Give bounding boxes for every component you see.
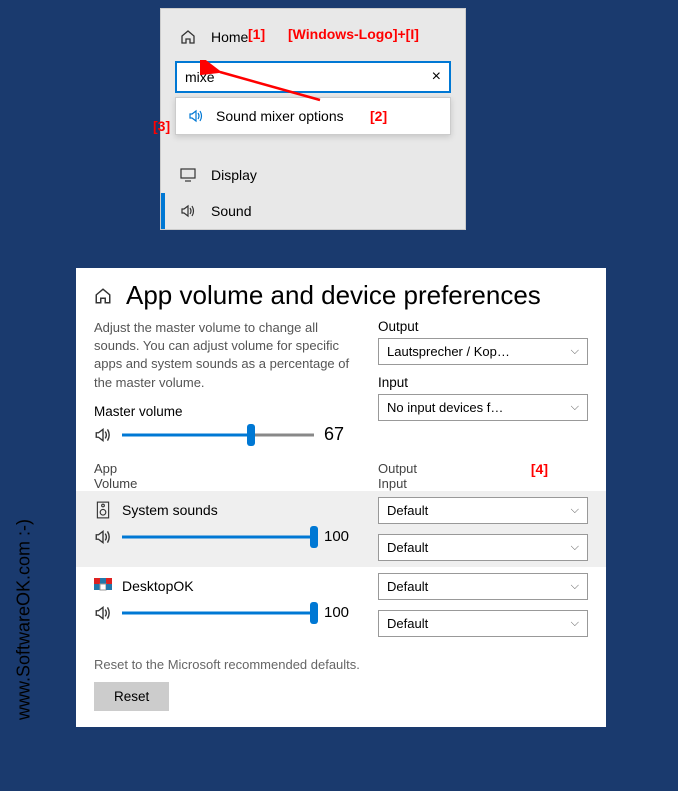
master-volume-value: 67 xyxy=(324,424,356,445)
column-header-output: Output xyxy=(378,461,588,476)
column-header-input: Input xyxy=(378,476,588,491)
app-name: DesktopOK xyxy=(122,578,194,594)
clear-icon[interactable]: × xyxy=(432,68,441,86)
chevron-down-icon: ⌵ xyxy=(571,617,579,630)
app-volume-slider[interactable] xyxy=(122,525,314,549)
nav-home-label: Home xyxy=(211,29,248,45)
input-select[interactable]: No input devices f… ⌵ xyxy=(378,394,588,421)
nav-sound[interactable]: Sound xyxy=(161,193,465,229)
chevron-down-icon: ⌵ xyxy=(571,504,579,517)
annotation-1-text: [Windows-Logo]+[I] xyxy=(288,26,419,42)
input-label: Input xyxy=(378,375,588,390)
app-input-select[interactable]: Default ⌵ xyxy=(378,610,588,637)
display-icon xyxy=(179,168,197,182)
speaker-icon[interactable] xyxy=(94,604,112,622)
reset-note: Reset to the Microsoft recommended defau… xyxy=(94,657,588,672)
output-label: Output xyxy=(378,319,588,334)
app-volume-slider[interactable] xyxy=(122,601,314,625)
app-volume-value: 100 xyxy=(324,604,356,621)
nav-display[interactable]: Display xyxy=(161,157,465,193)
sound-icon xyxy=(179,203,197,219)
app-output-value: Default xyxy=(387,503,428,518)
column-header-volume: Volume xyxy=(94,476,356,491)
speaker-icon xyxy=(188,108,204,124)
chevron-down-icon: ⌵ xyxy=(571,401,579,414)
annotation-4: [4] xyxy=(531,461,548,477)
nav-sound-label: Sound xyxy=(211,203,251,219)
app-output-value: Default xyxy=(387,579,428,594)
system-sounds-icon xyxy=(94,501,112,519)
volume-panel: App volume and device preferences Adjust… xyxy=(76,268,606,727)
annotation-3: [3] xyxy=(153,118,170,134)
master-volume-label: Master volume xyxy=(94,404,356,419)
description-text: Adjust the master volume to change all s… xyxy=(94,319,356,392)
watermark-text: www.SoftwareOK.com :-) xyxy=(14,519,35,720)
output-select[interactable]: Lautsprecher / Kop… ⌵ xyxy=(378,338,588,365)
search-input-container[interactable]: × xyxy=(175,61,451,93)
app-input-value: Default xyxy=(387,540,428,555)
input-value: No input devices f… xyxy=(387,400,503,415)
master-volume-slider[interactable] xyxy=(122,423,314,447)
chevron-down-icon: ⌵ xyxy=(571,541,579,554)
column-header-app: App xyxy=(94,461,356,476)
app-input-select[interactable]: Default ⌵ xyxy=(378,534,588,561)
app-output-select[interactable]: Default ⌵ xyxy=(378,573,588,600)
speaker-icon[interactable] xyxy=(94,528,112,546)
search-suggestion-label: Sound mixer options xyxy=(216,108,344,124)
app-input-value: Default xyxy=(387,616,428,631)
search-suggestion[interactable]: Sound mixer options xyxy=(175,97,451,135)
output-value: Lautsprecher / Kop… xyxy=(387,344,510,359)
page-title: App volume and device preferences xyxy=(126,280,541,311)
speaker-icon[interactable] xyxy=(94,426,112,444)
desktopok-icon xyxy=(94,577,112,595)
app-output-select[interactable]: Default ⌵ xyxy=(378,497,588,524)
nav-display-label: Display xyxy=(211,167,257,183)
app-name: System sounds xyxy=(122,502,218,518)
app-volume-value: 100 xyxy=(324,528,356,545)
annotation-1: [1] xyxy=(248,26,265,42)
search-input[interactable] xyxy=(185,69,432,85)
home-icon xyxy=(179,29,197,45)
annotation-2: [2] xyxy=(370,108,387,124)
home-icon[interactable] xyxy=(94,287,112,305)
app-row: DesktopOK 100 Default ⌵ Default xyxy=(76,567,606,643)
chevron-down-icon: ⌵ xyxy=(571,580,579,593)
app-row: System sounds 100 Default ⌵ Default xyxy=(76,491,606,567)
chevron-down-icon: ⌵ xyxy=(571,345,579,358)
reset-button[interactable]: Reset xyxy=(94,682,169,711)
